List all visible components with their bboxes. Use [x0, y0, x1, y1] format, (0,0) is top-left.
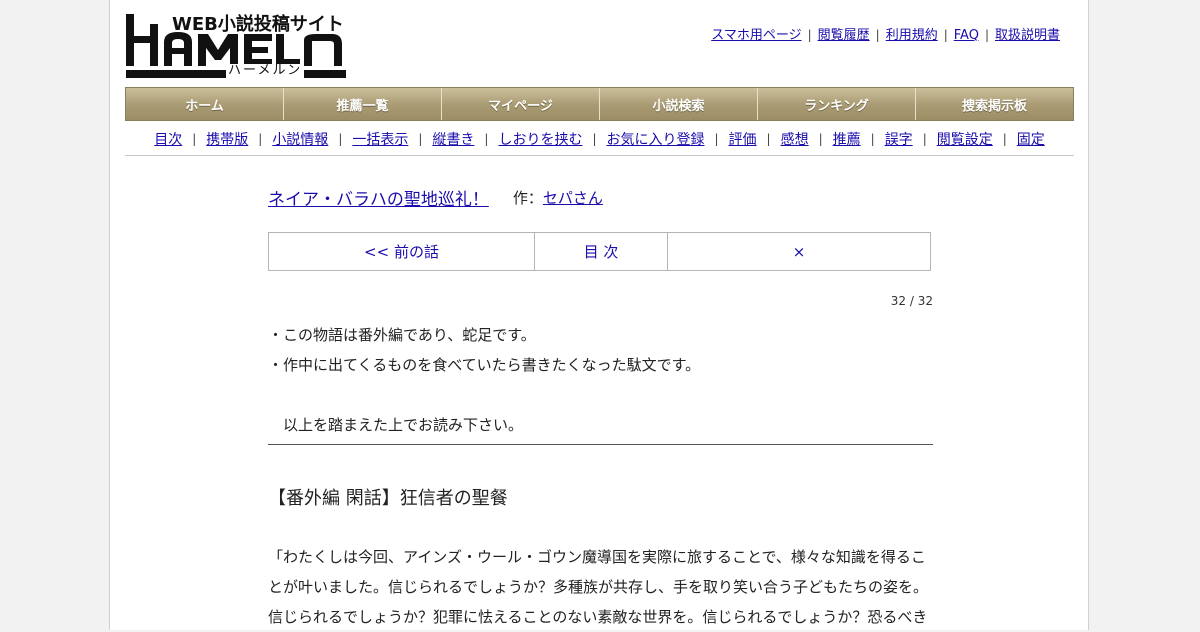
page: WEB小説投稿サイト ハーメルン スマホ用ページ | 閲覧履歴 | 利用規約 | FAQ | 取… [109, 0, 1089, 630]
link-history[interactable]: 閲覧履歴 [818, 28, 870, 43]
body-line: 信じられるでしょうか？犯罪に怯えることのない素敵な世界を。信じられるでしょうか？… [268, 608, 928, 626]
logo-kana: ハーメルン [226, 63, 305, 78]
subnav-toc[interactable]: 目次 [154, 129, 182, 149]
separator: | [418, 131, 423, 146]
menu-mypage[interactable]: マイページ [442, 88, 600, 120]
subnav-recommend[interactable]: 推薦 [833, 129, 861, 149]
separator: | [192, 131, 197, 146]
separator: | [1002, 131, 1007, 146]
subnav-pin[interactable]: 固定 [1017, 129, 1045, 149]
chapter-pager: << 前の話 目 次 × [268, 232, 931, 271]
subnav-novel-info[interactable]: 小説情報 [272, 129, 328, 149]
title-line: ネイア・バラハの聖地巡礼！ 作：セパさん [268, 180, 933, 214]
preface-line: ・この物語は番外編であり、蛇足です。 [268, 326, 536, 344]
menu-ranking[interactable]: ランキング [758, 88, 916, 120]
top-links: スマホ用ページ | 閲覧履歴 | 利用規約 | FAQ | 取扱説明書 [711, 24, 1060, 43]
hameln-logo[interactable]: WEB小説投稿サイト ハーメルン [126, 10, 346, 80]
separator: | [258, 131, 263, 146]
author-link[interactable]: セパさん [543, 189, 603, 207]
separator: | [870, 131, 875, 146]
subnav-typo[interactable]: 誤字 [885, 129, 913, 149]
preface-line: 以上を踏まえた上でお読み下さい。 [268, 416, 524, 434]
subnav-bookmark[interactable]: しおりを挟む [498, 129, 582, 149]
body-line: 「わたくしは今回、アインズ・ウール・ゴウン魔導国を実際に旅することで、様々な知識… [268, 548, 926, 566]
preface-divider [268, 444, 933, 445]
author-line: 作：セパさん [513, 187, 603, 208]
main-menu: ホーム 推薦一覧 マイページ 小説検索 ランキング 捜索掲示板 [125, 87, 1074, 121]
menu-novel-search[interactable]: 小説検索 [600, 88, 758, 120]
separator: | [984, 28, 989, 42]
separator: | [766, 131, 771, 146]
novel-content: ネイア・バラハの聖地巡礼！ 作：セパさん << 前の話 目 次 × 32 / 3… [268, 180, 933, 626]
logo-tagline: WEB小説投稿サイト [172, 14, 344, 35]
novel-title-link[interactable]: ネイア・バラハの聖地巡礼！ [268, 185, 489, 210]
separator: | [922, 131, 927, 146]
subnav-vertical[interactable]: 縦書き [432, 129, 474, 149]
separator: | [943, 28, 948, 42]
subnav-mobile[interactable]: 携帯版 [206, 129, 248, 149]
link-faq[interactable]: FAQ [954, 28, 979, 43]
separator: | [818, 131, 823, 146]
toc-link[interactable]: 目 次 [535, 233, 668, 270]
separator: | [592, 131, 597, 146]
chapter-title: 【番外編 閑話】狂信者の聖餐 [268, 488, 508, 509]
author-prefix: 作： [512, 188, 543, 207]
page-count: 32 / 32 [890, 294, 933, 308]
link-terms[interactable]: 利用規約 [886, 28, 938, 43]
chapter-body: 「わたくしは今回、アインズ・ウール・ゴウン魔導国を実際に旅することで、様々な知識… [268, 542, 933, 632]
next-chapter-disabled: × [792, 242, 806, 261]
subnav-rating[interactable]: 評価 [729, 129, 757, 149]
separator: | [484, 131, 489, 146]
subnav-show-all[interactable]: 一括表示 [352, 129, 408, 149]
separator: | [875, 28, 880, 42]
separator: | [338, 131, 343, 146]
subnav-favorite[interactable]: お気に入り登録 [607, 129, 705, 149]
link-smartphone[interactable]: スマホ用ページ [711, 28, 801, 43]
prev-chapter-link[interactable]: << 前の話 [269, 233, 535, 270]
link-manual[interactable]: 取扱説明書 [995, 28, 1060, 43]
menu-recommend-list[interactable]: 推薦一覧 [284, 88, 442, 120]
subnav-comments[interactable]: 感想 [781, 129, 809, 149]
sub-nav: 目次 | 携帯版 | 小説情報 | 一括表示 | 縦書き | しおりを挟む | お気に入り登録 | 評価 | 感… [125, 122, 1074, 156]
separator: | [807, 28, 812, 42]
preface: ・この物語は番外編であり、蛇足です。 ・作中に出てくるものを食べていたら書きたく… [268, 320, 933, 440]
preface-line: ・作中に出てくるものを食べていたら書きたくなった駄文です。 [268, 356, 701, 374]
separator: | [714, 131, 719, 146]
menu-home[interactable]: ホーム [126, 88, 284, 120]
subnav-view-settings[interactable]: 閲覧設定 [937, 129, 993, 149]
menu-search-board[interactable]: 捜索掲示板 [916, 88, 1073, 120]
body-line: とが叶いました。信じられるでしょうか？多種族が共存し、手を取り笑い合う子どもたち… [268, 578, 929, 596]
